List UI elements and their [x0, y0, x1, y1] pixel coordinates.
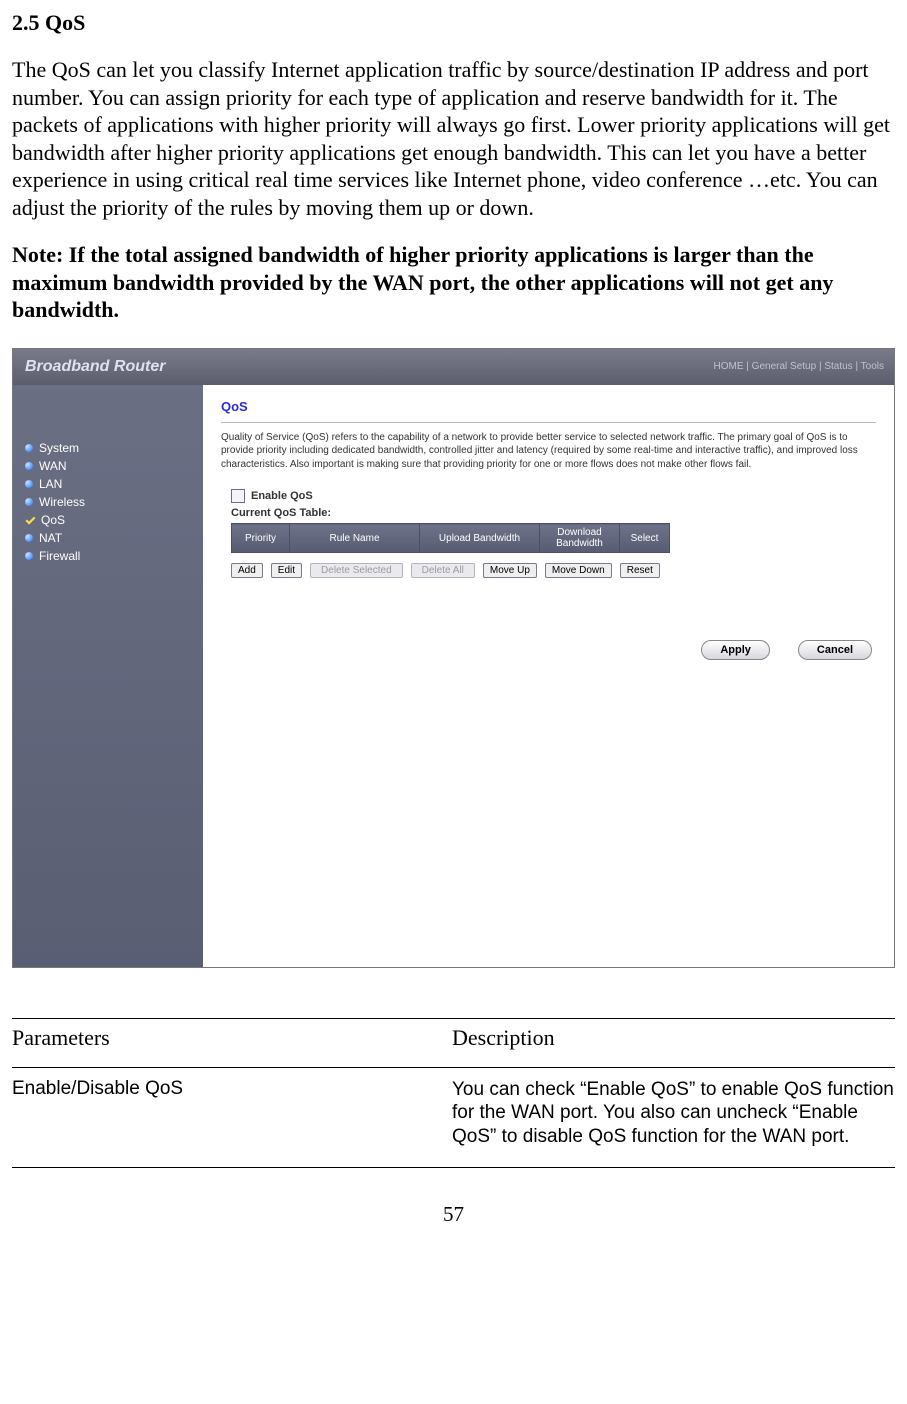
bullet-icon	[25, 552, 33, 560]
param-desc: You can check “Enable QoS” to enable QoS…	[452, 1078, 895, 1149]
panel-title: QoS	[221, 399, 876, 414]
col-priority: Priority	[232, 524, 290, 553]
col-upload: Upload Bandwidth	[420, 524, 540, 553]
bullet-icon	[25, 462, 33, 470]
qos-description: Quality of Service (QoS) refers to the c…	[221, 431, 876, 472]
sidebar-label: WAN	[39, 459, 67, 473]
bullet-icon	[25, 534, 33, 542]
params-top-rule	[12, 1018, 895, 1019]
sidebar-label: Firewall	[39, 549, 80, 563]
sidebar-item-wireless[interactable]: Wireless	[25, 493, 195, 511]
move-down-button[interactable]: Move Down	[545, 563, 612, 578]
brand-title: Broadband Router	[25, 358, 165, 376]
screenshot-body: System WAN LAN Wireless QoS	[13, 385, 894, 967]
enable-qos-checkbox[interactable]	[231, 489, 245, 503]
main-panel: QoS Quality of Service (QoS) refers to t…	[203, 385, 894, 967]
params-bottom-rule	[12, 1167, 895, 1168]
col-select: Select	[620, 524, 670, 553]
sidebar-label: System	[39, 441, 79, 455]
reset-button[interactable]: Reset	[620, 563, 660, 578]
add-button[interactable]: Add	[231, 563, 263, 578]
param-name: Enable/Disable QoS	[12, 1078, 452, 1149]
intro-paragraph: The QoS can let you classify Internet ap…	[12, 56, 895, 221]
sidebar-label: NAT	[39, 531, 62, 545]
table-label: Current QoS Table:	[231, 507, 876, 519]
col-rule-name: Rule Name	[290, 524, 420, 553]
sidebar: System WAN LAN Wireless QoS	[13, 385, 203, 967]
top-nav-links[interactable]: HOME | General Setup | Status | Tools	[714, 361, 884, 372]
move-up-button[interactable]: Move Up	[483, 563, 537, 578]
cancel-button[interactable]: Cancel	[798, 640, 872, 660]
enable-qos-label: Enable QoS	[251, 490, 313, 502]
qos-table: Priority Rule Name Upload Bandwidth Down…	[231, 523, 670, 553]
bullet-icon	[25, 498, 33, 506]
section-title: 2.5 QoS	[12, 10, 895, 36]
col-download: Download Bandwidth	[540, 524, 620, 553]
params-col-description: Description	[452, 1025, 895, 1051]
bullet-icon	[25, 480, 33, 488]
sidebar-item-firewall[interactable]: Firewall	[25, 547, 195, 565]
delete-all-button[interactable]: Delete All	[411, 563, 475, 578]
sidebar-item-wan[interactable]: WAN	[25, 457, 195, 475]
sidebar-item-nat[interactable]: NAT	[25, 529, 195, 547]
page-number: 57	[12, 1202, 895, 1227]
sidebar-label: LAN	[39, 477, 62, 491]
param-row: Enable/Disable QoS You can check “Enable…	[12, 1078, 895, 1149]
screenshot-header: Broadband Router HOME | General Setup | …	[13, 349, 894, 385]
sidebar-item-system[interactable]: System	[25, 439, 195, 457]
divider	[221, 422, 876, 423]
note-paragraph: Note: If the total assigned bandwidth of…	[12, 241, 895, 324]
params-col-parameters: Parameters	[12, 1025, 452, 1051]
check-icon	[25, 516, 35, 524]
sidebar-item-qos[interactable]: QoS	[25, 511, 195, 529]
sidebar-label: Wireless	[39, 495, 85, 509]
apply-button[interactable]: Apply	[701, 640, 770, 660]
params-header-row: Parameters Description	[12, 1025, 895, 1051]
params-mid-rule	[12, 1067, 895, 1068]
sidebar-item-lan[interactable]: LAN	[25, 475, 195, 493]
delete-selected-button[interactable]: Delete Selected	[310, 563, 403, 578]
router-screenshot: Broadband Router HOME | General Setup | …	[12, 348, 895, 968]
edit-button[interactable]: Edit	[271, 563, 302, 578]
sidebar-label: QoS	[41, 513, 65, 527]
bullet-icon	[25, 444, 33, 452]
